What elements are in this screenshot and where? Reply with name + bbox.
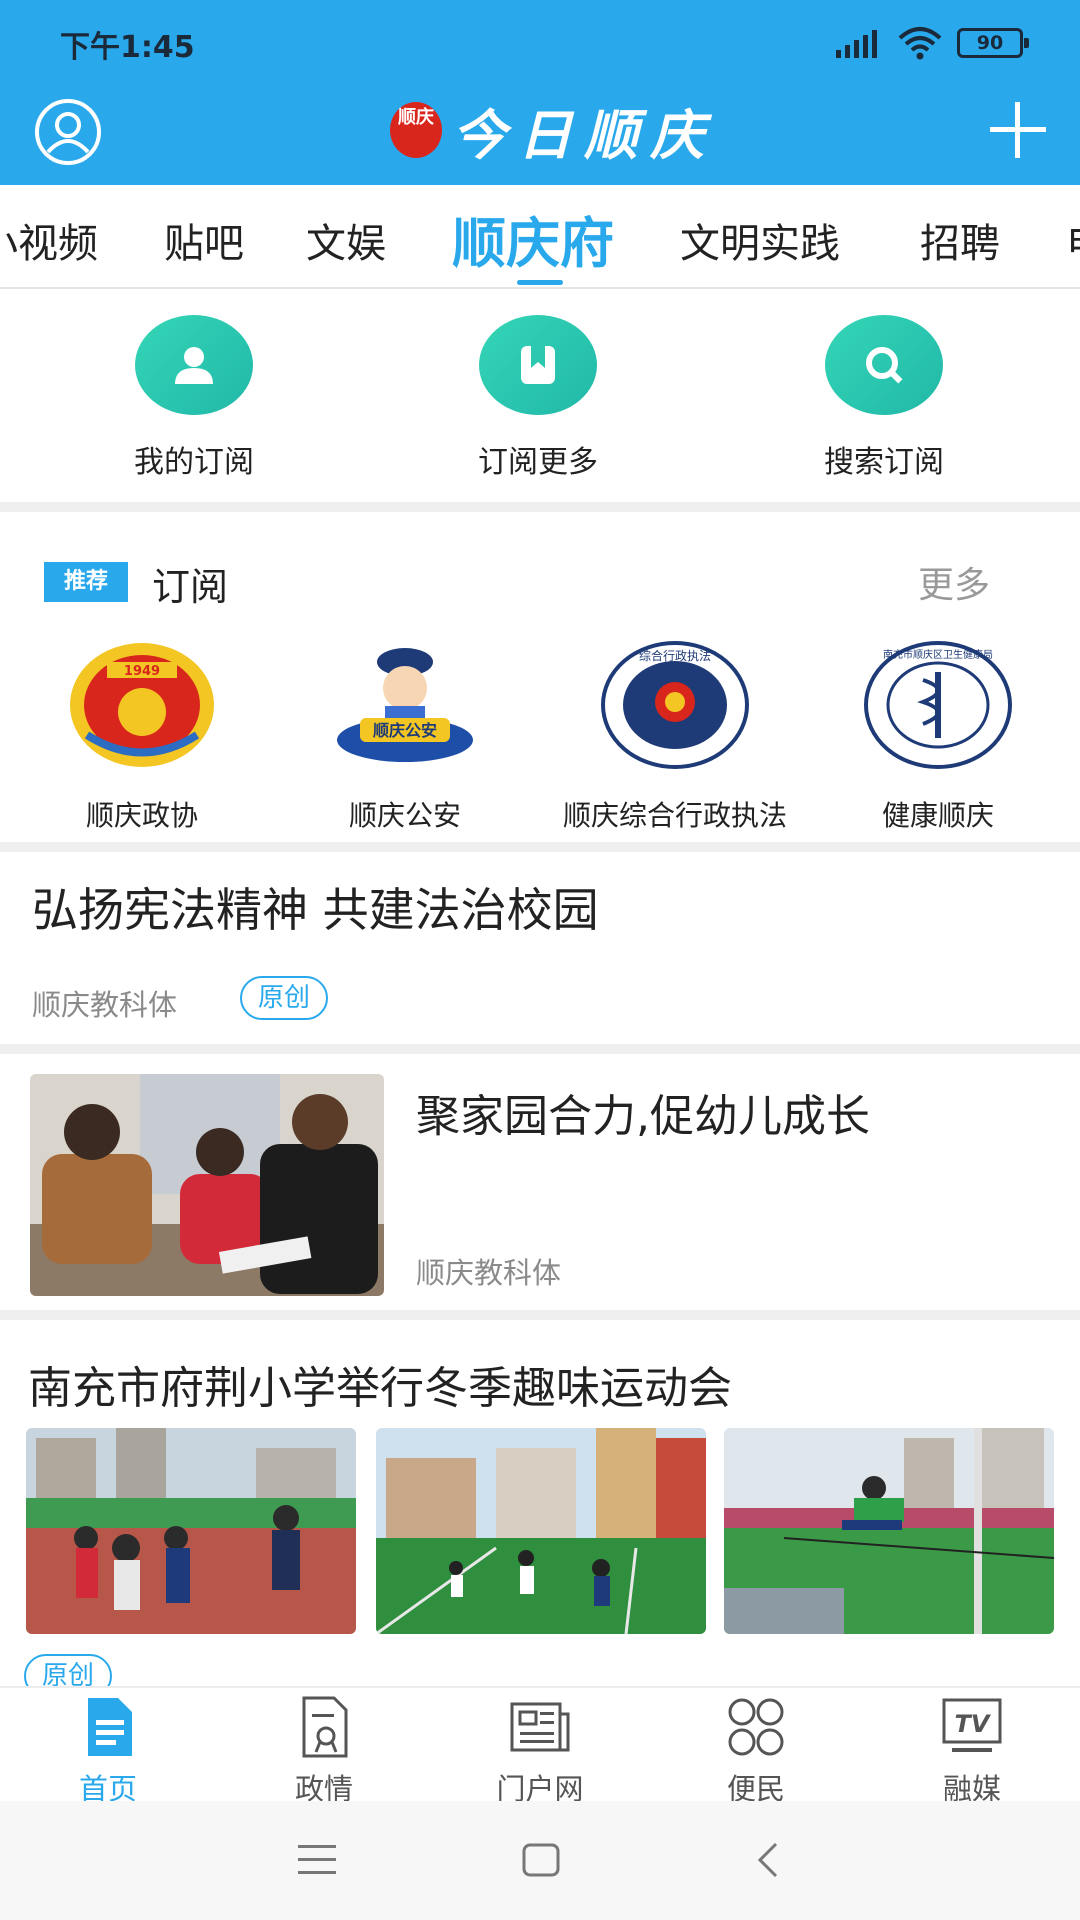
section-divider <box>0 842 1080 852</box>
system-nav-bar <box>0 1801 1080 1920</box>
article-card[interactable]: 弘扬宪法精神 共建法治校园 顺庆教科体 原创 <box>0 852 1080 1044</box>
wifi-icon <box>898 27 942 60</box>
law-enforcement-badge-logo: 综合行政执法 <box>600 640 750 770</box>
status-bar: 下午1:45 90 <box>0 0 1080 88</box>
tab-more-partial[interactable]: 电 <box>1066 211 1080 269</box>
person-icon <box>135 315 253 415</box>
article-card[interactable]: 聚家园合力,促幼儿成长 顺庆教科体 <box>0 1054 1080 1310</box>
quick-label: 我的订阅 <box>134 445 254 480</box>
subscription-actions: 我的订阅 订阅更多 搜索订阅 <box>0 291 1080 501</box>
police-logo-text: 顺庆公安 <box>373 721 437 740</box>
bottom-nav: 首页 政情 门户网 便民 TV 融媒 <box>0 1686 1080 1806</box>
more-link[interactable]: 更多 <box>918 556 990 608</box>
nav-politics[interactable]: 政情 <box>224 1696 424 1808</box>
channel-tabs: 小视频 贴吧 文娱 顺庆府 文明实践 招聘 电 <box>0 185 1080 289</box>
user-circle-icon[interactable] <box>34 98 102 166</box>
article-thumbnail <box>30 1074 384 1296</box>
brand-seal-logo: 顺庆 <box>390 102 442 158</box>
newspaper-icon <box>510 1702 570 1752</box>
tv-icon: TV <box>942 1698 1002 1752</box>
law-enforcement-logo-text: 综合行政执法 <box>639 648 711 663</box>
original-tag: 原创 <box>240 976 329 1020</box>
subscription-label: 健康顺庆 <box>881 799 994 832</box>
section-title: 订阅 <box>152 565 229 609</box>
health-logo-text: 南充市顺庆区卫生健康局 <box>883 648 993 661</box>
article-image-1 <box>26 1428 356 1634</box>
search-icon <box>825 315 943 415</box>
battery-indicator: 90 <box>957 28 1029 58</box>
nav-portal[interactable]: 门户网 <box>440 1696 640 1808</box>
article-source: 顺庆教科体 <box>32 988 178 1022</box>
app-brand: 顺庆 今日顺庆 <box>390 95 716 167</box>
tab-entertainment[interactable]: 文娱 <box>306 211 386 269</box>
section-divider <box>0 1044 1080 1054</box>
gov-doc-icon <box>302 1696 348 1758</box>
tab-short-video[interactable]: 小视频 <box>0 211 98 269</box>
police-mascot-logo: 顺庆公安 <box>330 640 480 770</box>
article-title: 南充市府荆小学举行冬季趣味运动会 <box>28 1363 732 1414</box>
subscription-item-zhengxie[interactable]: 1949 顺庆政协 <box>12 640 272 834</box>
nav-media[interactable]: TV 融媒 <box>872 1696 1072 1808</box>
quick-label: 搜索订阅 <box>824 445 944 480</box>
subscription-item-law-enforcement[interactable]: 综合行政执法 顺庆综合行政执法 <box>545 640 805 834</box>
search-subscriptions-button[interactable]: 搜索订阅 <box>784 315 984 481</box>
tab-tieba[interactable]: 贴吧 <box>164 211 244 269</box>
home-doc-icon <box>88 1698 132 1756</box>
recommended-subscriptions: 推荐 订阅 更多 1949 顺庆政协 顺庆公安 顺庆公安 综合行政执法 顺庆综合… <box>0 512 1080 842</box>
article-card[interactable]: 南充市府荆小学举行冬季趣味运动会 原创 <box>0 1320 1080 1690</box>
grid-icon <box>728 1698 784 1756</box>
back-icon[interactable] <box>756 1841 780 1879</box>
article-title: 聚家园合力,促幼儿成长 <box>416 1091 870 1142</box>
tab-shunqingfu[interactable]: 顺庆府 <box>452 199 614 278</box>
subscribe-more-button[interactable]: 订阅更多 <box>438 315 638 481</box>
article-image-2 <box>376 1428 706 1634</box>
section-divider <box>0 502 1080 512</box>
nav-home[interactable]: 首页 <box>8 1696 208 1808</box>
subscription-item-police[interactable]: 顺庆公安 顺庆公安 <box>275 640 535 834</box>
app-title: 今日顺庆 <box>452 102 716 167</box>
article-image-3 <box>724 1428 1054 1634</box>
article-title: 弘扬宪法精神 共建法治校园 <box>32 883 599 937</box>
tab-recruitment[interactable]: 招聘 <box>920 211 1000 269</box>
recommend-badge: 推荐 <box>44 562 128 602</box>
article-source: 顺庆教科体 <box>416 1256 562 1290</box>
nav-services[interactable]: 便民 <box>656 1696 856 1808</box>
cppcc-emblem-logo: 1949 <box>67 640 217 770</box>
subscription-label: 顺庆综合行政执法 <box>562 799 787 832</box>
menu-icon[interactable] <box>298 1843 336 1877</box>
home-square-icon[interactable] <box>522 1843 560 1877</box>
my-subscriptions-button[interactable]: 我的订阅 <box>94 315 294 481</box>
section-divider <box>0 1310 1080 1320</box>
plus-icon[interactable] <box>988 100 1048 160</box>
active-tab-indicator <box>517 280 563 285</box>
subscription-label: 顺庆政协 <box>85 799 198 832</box>
quick-label: 订阅更多 <box>478 445 598 480</box>
status-time: 下午1:45 <box>60 30 195 65</box>
subscription-label: 顺庆公安 <box>348 799 461 832</box>
signal-icon <box>836 30 877 58</box>
cppcc-logo-text: 1949 <box>124 664 160 679</box>
subscription-item-health[interactable]: 南充市顺庆区卫生健康局 健康顺庆 <box>808 640 1068 834</box>
bookmark-icon <box>479 315 597 415</box>
tab-civilization[interactable]: 文明实践 <box>680 211 840 269</box>
top-bar: 下午1:45 90 顺庆 今日顺庆 <box>0 0 1080 185</box>
original-tag: 原创 <box>24 1654 113 1690</box>
tv-icon-text: TV <box>955 1710 992 1738</box>
health-bureau-logo: 南充市顺庆区卫生健康局 <box>863 640 1013 770</box>
